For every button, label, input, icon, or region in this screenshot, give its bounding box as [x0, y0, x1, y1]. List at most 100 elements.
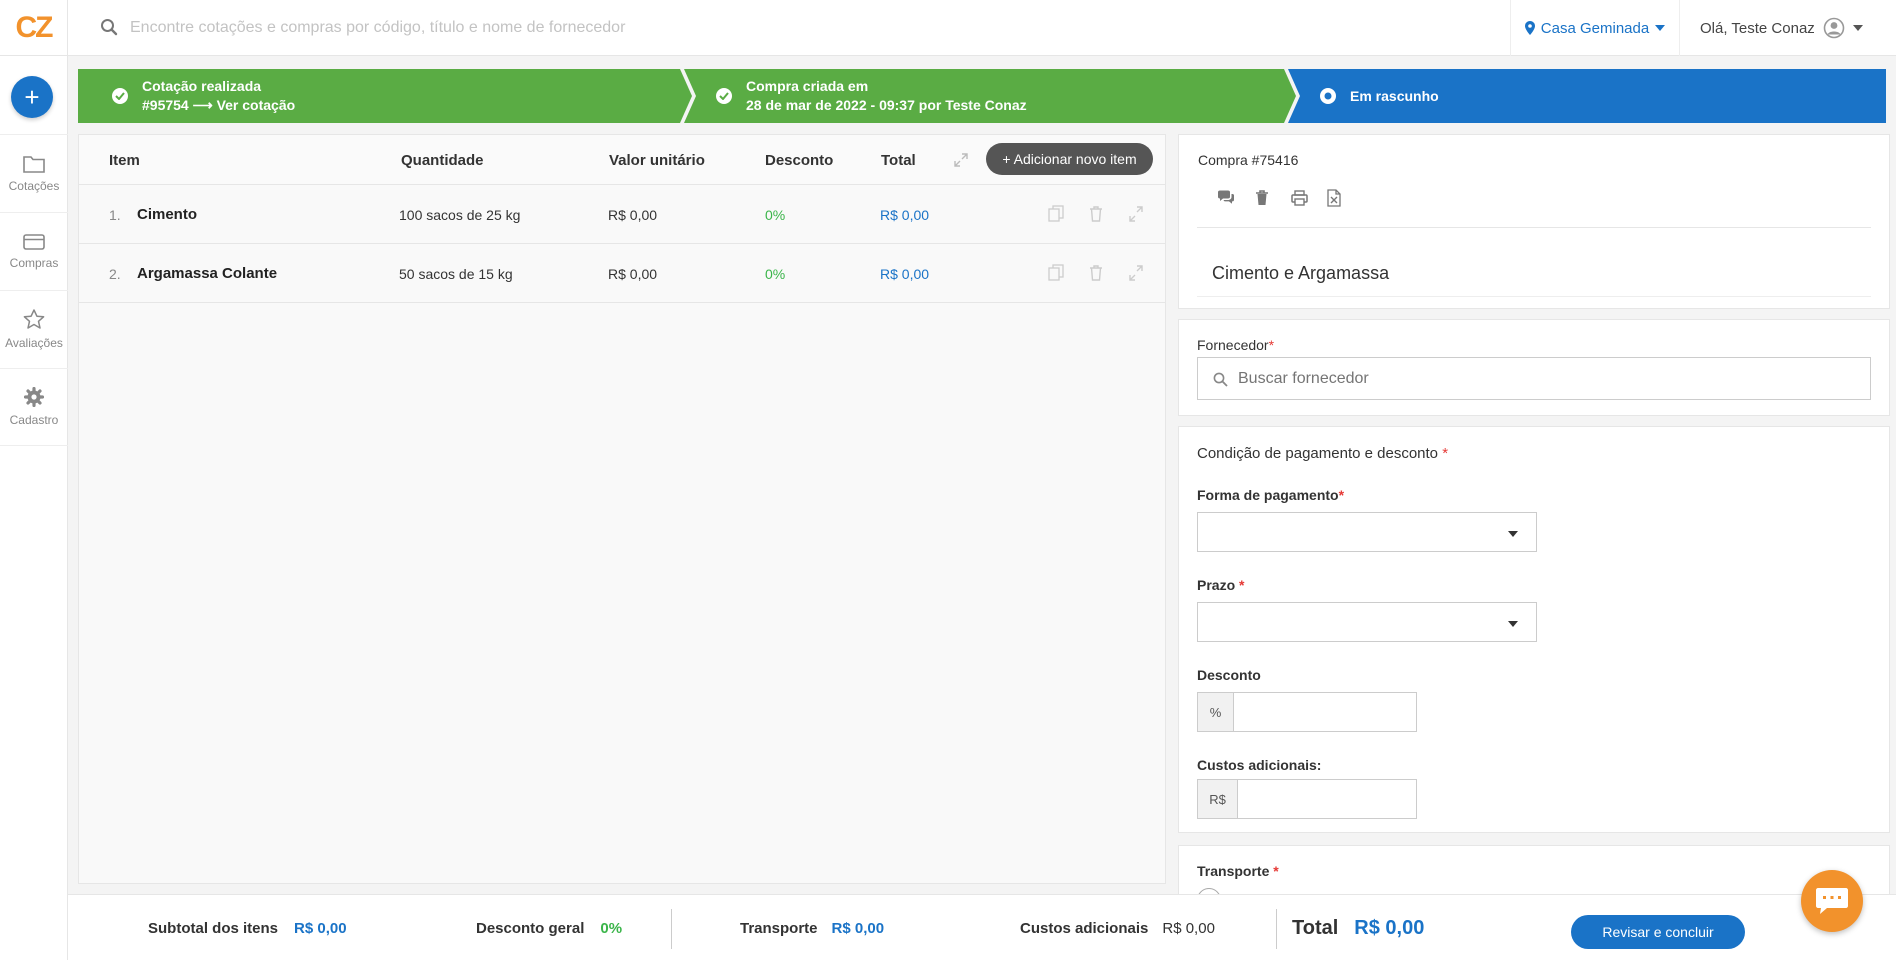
item-quantity: 100 sacos de 25 kg — [399, 206, 521, 223]
step-cotacao-realizada[interactable]: Cotação realizada #95754 ⟶ Ver cotação — [112, 69, 295, 123]
discount-label: Desconto — [1197, 667, 1261, 683]
items-table: Item Quantidade Valor unitário Desconto … — [78, 134, 1166, 884]
payment-method-label-text: Forma de pagamento — [1197, 487, 1339, 503]
divider — [1276, 909, 1277, 949]
chat-bubble-icon — [1816, 888, 1848, 914]
supplier-search-field[interactable] — [1197, 357, 1871, 400]
user-greeting: Olá, Teste Conaz — [1700, 19, 1815, 37]
review-and-finish-button[interactable]: Revisar e concluir — [1571, 915, 1745, 949]
required-mark: * — [1273, 863, 1279, 879]
expand-icon[interactable] — [954, 153, 968, 167]
purchase-code: Compra #75416 — [1198, 152, 1299, 168]
transport-label-text: Transporte — [1197, 863, 1270, 879]
col-header-desconto: Desconto — [765, 151, 834, 169]
card-icon — [23, 233, 45, 250]
see-quote-link[interactable]: #95754 ⟶ Ver cotação — [142, 97, 295, 113]
purchase-title[interactable]: Cimento e Argamassa — [1212, 263, 1389, 284]
copy-icon[interactable] — [1048, 205, 1064, 223]
transport-total-label: Transporte — [740, 919, 818, 937]
step-compra-criada: Compra criada em 28 de mar de 2022 - 09:… — [716, 69, 1027, 123]
star-icon — [23, 309, 45, 329]
term-select[interactable] — [1197, 602, 1537, 642]
create-new-button[interactable]: + — [11, 76, 53, 118]
trash-icon[interactable] — [1088, 205, 1104, 223]
search-input[interactable] — [130, 14, 1130, 42]
location-selector[interactable]: Casa Geminada — [1510, 0, 1680, 56]
percent-addon: % — [1198, 693, 1234, 731]
logo[interactable]: CZ — [0, 0, 68, 56]
sidebar-item-avaliacoes[interactable]: Avaliações — [0, 290, 68, 368]
expand-icon[interactable] — [1128, 264, 1144, 282]
payment-method-label: Forma de pagamento* — [1197, 487, 1344, 503]
subtotal: Subtotal dos itens R$ 0,00 — [148, 895, 347, 960]
gear-icon — [24, 387, 44, 407]
progress-steps: Cotação realizada #95754 ⟶ Ver cotação C… — [78, 69, 1886, 123]
subtotal-label: Subtotal dos itens — [148, 919, 279, 937]
payment-section-label: Condição de pagamento e desconto — [1197, 445, 1439, 462]
sidebar-item-compras[interactable]: Compras — [0, 212, 68, 290]
table-header: Item Quantidade Valor unitário Desconto … — [79, 135, 1165, 185]
table-row[interactable]: 1. Cimento 100 sacos de 25 kg R$ 0,00 0%… — [79, 185, 1165, 244]
chat-icon[interactable] — [1217, 190, 1235, 206]
discount-input-group[interactable]: % — [1197, 692, 1417, 732]
term-label-text: Prazo — [1197, 577, 1236, 593]
table-row[interactable]: 2. Argamassa Colante 50 sacos de 15 kg R… — [79, 244, 1165, 303]
item-discount: 0% — [765, 206, 786, 223]
totals-footer: Subtotal dos itens R$ 0,00 Desconto gera… — [68, 894, 1896, 960]
top-header: CZ Casa Geminada Olá, Teste Conaz — [0, 0, 1896, 56]
sidebar-item-cotacoes[interactable]: Cotações — [0, 134, 68, 212]
general-discount-label: Desconto geral — [476, 919, 585, 937]
payment-section-title: Condição de pagamento e desconto * — [1197, 445, 1448, 462]
item-unit-price: R$ 0,00 — [608, 206, 658, 223]
trash-icon[interactable] — [1088, 264, 1104, 282]
additional-costs-total-value: R$ 0,00 — [1162, 919, 1215, 937]
additional-costs-input-group[interactable]: R$ — [1197, 779, 1417, 819]
grand-total-label: Total — [1292, 916, 1339, 939]
chevron-down-icon — [1508, 621, 1518, 627]
supplier-label-text: Fornecedor — [1197, 337, 1269, 353]
required-mark: * — [1239, 577, 1245, 593]
sidebar-item-label: Cotações — [8, 178, 60, 193]
item-discount: 0% — [765, 265, 786, 282]
excel-export-icon[interactable] — [1327, 189, 1341, 207]
expand-icon[interactable] — [1128, 205, 1144, 223]
payment-method-select[interactable] — [1197, 512, 1537, 552]
sidebar-item-cadastro[interactable]: Cadastro — [0, 368, 68, 446]
required-mark: * — [1338, 487, 1345, 503]
user-menu[interactable]: Olá, Teste Conaz — [1700, 0, 1863, 56]
trash-icon[interactable] — [1255, 190, 1269, 206]
general-discount: Desconto geral 0% — [476, 895, 622, 960]
check-circle-icon — [716, 88, 732, 104]
sidebar-item-label: Cadastro — [9, 413, 59, 427]
item-total: R$ 0,00 — [880, 265, 930, 282]
step-title: Compra criada em — [746, 78, 869, 94]
step-detail: 28 de mar de 2022 - 09:37 por Teste Cona… — [746, 97, 1027, 113]
step-title: Em rascunho — [1350, 87, 1439, 104]
transport-total: Transporte R$ 0,00 — [740, 895, 884, 960]
term-label: Prazo * — [1197, 577, 1244, 593]
copy-icon[interactable] — [1048, 264, 1064, 282]
radio-dot-icon — [1320, 88, 1336, 104]
support-chat-button[interactable] — [1801, 870, 1863, 932]
transport-total-value: R$ 0,00 — [831, 919, 885, 937]
search-icon — [1213, 372, 1228, 387]
supplier-card: Fornecedor* — [1178, 319, 1890, 416]
item-name: Cimento — [137, 206, 197, 223]
location-name: Casa Geminada — [1540, 19, 1650, 37]
supplier-label: Fornecedor* — [1197, 337, 1274, 353]
col-header-valor: Valor unitário — [609, 151, 705, 169]
chevron-down-icon — [1852, 25, 1863, 31]
print-icon[interactable] — [1291, 190, 1308, 206]
supplier-search-input[interactable] — [1238, 368, 1838, 390]
additional-costs-total: Custos adicionais R$ 0,00 — [1020, 895, 1215, 960]
grand-total-value: R$ 0,00 — [1354, 916, 1425, 939]
avatar-icon — [1823, 17, 1845, 39]
add-item-button[interactable]: + Adicionar novo item — [986, 143, 1153, 175]
item-quantity: 50 sacos de 15 kg — [399, 265, 513, 282]
payment-conditions-card: Condição de pagamento e desconto * Forma… — [1178, 426, 1890, 833]
row-index: 2. — [109, 265, 121, 282]
sidebar-item-label: Compras — [9, 255, 59, 270]
col-header-quantidade: Quantidade — [401, 151, 484, 169]
divider — [671, 909, 672, 949]
item-name: Argamassa Colante — [137, 265, 278, 282]
